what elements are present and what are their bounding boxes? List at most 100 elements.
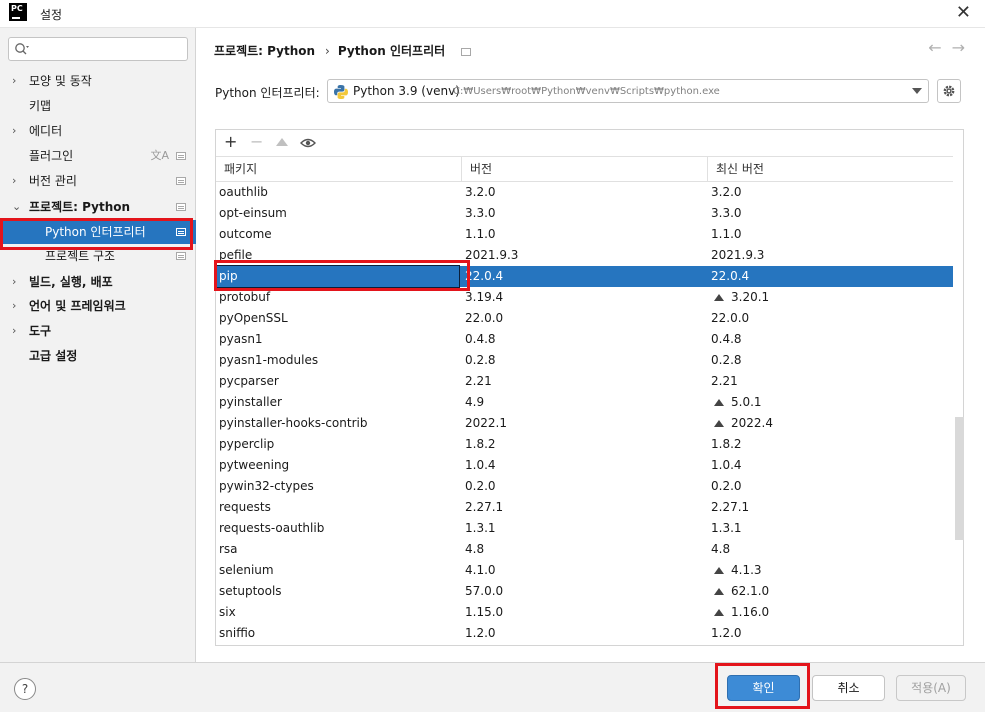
chevron-right-icon[interactable]: › — [12, 169, 16, 193]
table-row[interactable]: pycparser 2.21 2.21 — [216, 371, 953, 392]
table-row[interactable]: pyperclip 1.8.2 1.8.2 — [216, 434, 953, 455]
upgrade-available-icon — [714, 293, 724, 301]
gear-icon — [943, 85, 955, 97]
sidebar-item-advanced-settings[interactable]: 고급 설정 — [0, 344, 196, 368]
upgrade-package-icon[interactable] — [276, 138, 288, 146]
breadcrumb-project[interactable]: 프로젝트: Python — [214, 44, 315, 58]
package-latest: 3.3.0 — [711, 203, 742, 224]
package-name: pefile — [219, 248, 253, 262]
table-row[interactable]: rsa 4.8 4.8 — [216, 539, 953, 560]
package-version: 1.15.0 — [465, 605, 504, 619]
package-latest: 22.0.4 — [711, 266, 749, 287]
translate-icon: 文A — [150, 149, 169, 162]
table-row[interactable]: requests-oauthlib 1.3.1 1.3.1 — [216, 518, 953, 539]
chevron-right-icon[interactable]: › — [12, 119, 16, 143]
dialog-footer: ? 확인 취소 적용(A) — [0, 662, 985, 712]
sidebar-item-label: 프로젝트: Python — [29, 200, 131, 214]
chevron-right-icon[interactable]: › — [12, 319, 16, 343]
table-row[interactable]: six 1.15.0 1.16.0 — [216, 602, 953, 623]
page-icon — [176, 228, 186, 236]
package-name: pywin32-ctypes — [219, 479, 314, 493]
chevron-right-icon[interactable]: › — [12, 270, 16, 294]
package-latest: 4.8 — [711, 539, 730, 560]
table-row[interactable]: pyinstaller-hooks-contrib 2022.1 2022.4 — [216, 413, 953, 434]
table-row[interactable]: oauthlib 3.2.0 3.2.0 — [216, 182, 953, 203]
dropdown-caret-icon[interactable] — [912, 88, 922, 94]
column-header-version[interactable]: 버전 — [462, 157, 708, 181]
package-name: pyasn1 — [219, 332, 263, 346]
eye-icon[interactable] — [300, 135, 316, 153]
package-version: 4.9 — [465, 395, 485, 409]
package-name: protobuf — [219, 290, 271, 304]
apply-button[interactable]: 적용(A) — [896, 675, 966, 701]
package-latest: 2.27.1 — [711, 497, 749, 518]
chevron-right-icon[interactable]: › — [12, 294, 16, 318]
table-row[interactable]: setuptools 57.0.0 62.1.0 — [216, 581, 953, 602]
package-name: outcome — [219, 227, 272, 241]
sidebar-item-editor[interactable]: › 에디터 — [0, 119, 196, 143]
cancel-button[interactable]: 취소 — [812, 675, 885, 701]
package-name: requests — [219, 500, 271, 514]
interpreter-dropdown[interactable]: Python 3.9 (venv) C:₩Users₩root₩Python₩v… — [327, 79, 929, 103]
scrollbar-thumb[interactable] — [955, 417, 964, 540]
page-icon — [176, 177, 186, 185]
sidebar-item-keymap[interactable]: 키맵 — [0, 94, 196, 118]
package-latest: 0.4.8 — [711, 329, 742, 350]
table-row[interactable]: pyinstaller 4.9 5.0.1 — [216, 392, 953, 413]
sidebar-item-build-run-deploy[interactable]: › 빌드, 실행, 배포 — [0, 270, 196, 294]
pycharm-logo-icon: PC — [9, 3, 27, 21]
latest-version-text: 62.1.0 — [731, 584, 770, 598]
ok-button[interactable]: 확인 — [727, 675, 800, 701]
table-row[interactable]: selenium 4.1.0 4.1.3 — [216, 560, 953, 581]
back-arrow-icon[interactable]: ← — [928, 38, 941, 57]
sidebar-item-project[interactable]: ⌄ 프로젝트: Python — [0, 195, 196, 219]
close-icon[interactable]: ✕ — [956, 2, 971, 23]
table-row[interactable]: pyasn1 0.4.8 0.4.8 — [216, 329, 953, 350]
table-row[interactable]: pywin32-ctypes 0.2.0 0.2.0 — [216, 476, 953, 497]
column-header-package[interactable]: 패키지 — [216, 157, 462, 181]
table-row[interactable]: opt-einsum 3.3.0 3.3.0 — [216, 203, 953, 224]
sidebar-item-python-interpreter[interactable]: Python 인터프리터 — [0, 220, 196, 244]
package-name: pyperclip — [219, 437, 275, 451]
help-button[interactable]: ? — [14, 678, 36, 700]
table-row[interactable]: protobuf 3.19.4 3.20.1 — [216, 287, 953, 308]
table-row-selected[interactable]: pip 22.0.4 22.0.4 — [215, 265, 953, 288]
remove-package-icon[interactable]: − — [250, 133, 263, 151]
table-row[interactable]: pefile 2021.9.3 2021.9.3 — [216, 245, 953, 266]
package-version: 1.0.4 — [465, 458, 496, 472]
table-row[interactable]: sniffio 1.2.0 1.2.0 — [216, 623, 953, 644]
package-name: rsa — [219, 542, 238, 556]
table-row[interactable]: pytweening 1.0.4 1.0.4 — [216, 455, 953, 476]
package-latest: 1.0.4 — [711, 455, 742, 476]
latest-version-text: 0.2.0 — [711, 479, 742, 493]
add-package-icon[interactable]: + — [224, 133, 237, 151]
package-latest: 0.2.0 — [711, 476, 742, 497]
table-row[interactable]: requests 2.27.1 2.27.1 — [216, 497, 953, 518]
settings-search[interactable] — [8, 37, 188, 61]
sidebar-item-label: Python 인터프리터 — [45, 225, 146, 239]
chevron-right-icon[interactable]: › — [12, 69, 16, 93]
package-name: setuptools — [219, 584, 282, 598]
column-header-latest-version[interactable]: 최신 버전 — [708, 157, 953, 181]
package-latest: 1.2.0 — [711, 623, 742, 644]
sidebar-item-languages-frameworks[interactable]: › 언어 및 프레임워크 — [0, 294, 196, 318]
package-name: pytweening — [219, 458, 290, 472]
sidebar-item-appearance[interactable]: › 모양 및 동작 — [0, 69, 196, 93]
interpreter-path: C:₩Users₩root₩Python₩venv₩Scripts₩python… — [453, 86, 720, 97]
sidebar-item-plugins[interactable]: 플러그인 文A — [0, 144, 196, 168]
search-input[interactable] — [35, 40, 183, 58]
latest-version-text: 0.4.8 — [711, 332, 742, 346]
sidebar-item-version-control[interactable]: › 버전 관리 — [0, 169, 196, 193]
sidebar-item-tools[interactable]: › 도구 — [0, 319, 196, 343]
sidebar-item-project-structure[interactable]: 프로젝트 구조 — [0, 244, 196, 268]
scrollbar-track[interactable] — [955, 182, 964, 645]
interpreter-settings-button[interactable] — [937, 79, 961, 103]
latest-version-text: 22.0.0 — [711, 311, 750, 325]
chevron-down-icon[interactable]: ⌄ — [12, 195, 21, 219]
package-version: 1.3.1 — [465, 521, 496, 535]
table-row[interactable]: pyasn1-modules 0.2.8 0.2.8 — [216, 350, 953, 371]
table-row[interactable]: pyOpenSSL 22.0.0 22.0.0 — [216, 308, 953, 329]
forward-arrow-icon[interactable]: → — [952, 38, 965, 57]
table-row[interactable]: outcome 1.1.0 1.1.0 — [216, 224, 953, 245]
package-latest: 2022.4 — [711, 413, 773, 434]
